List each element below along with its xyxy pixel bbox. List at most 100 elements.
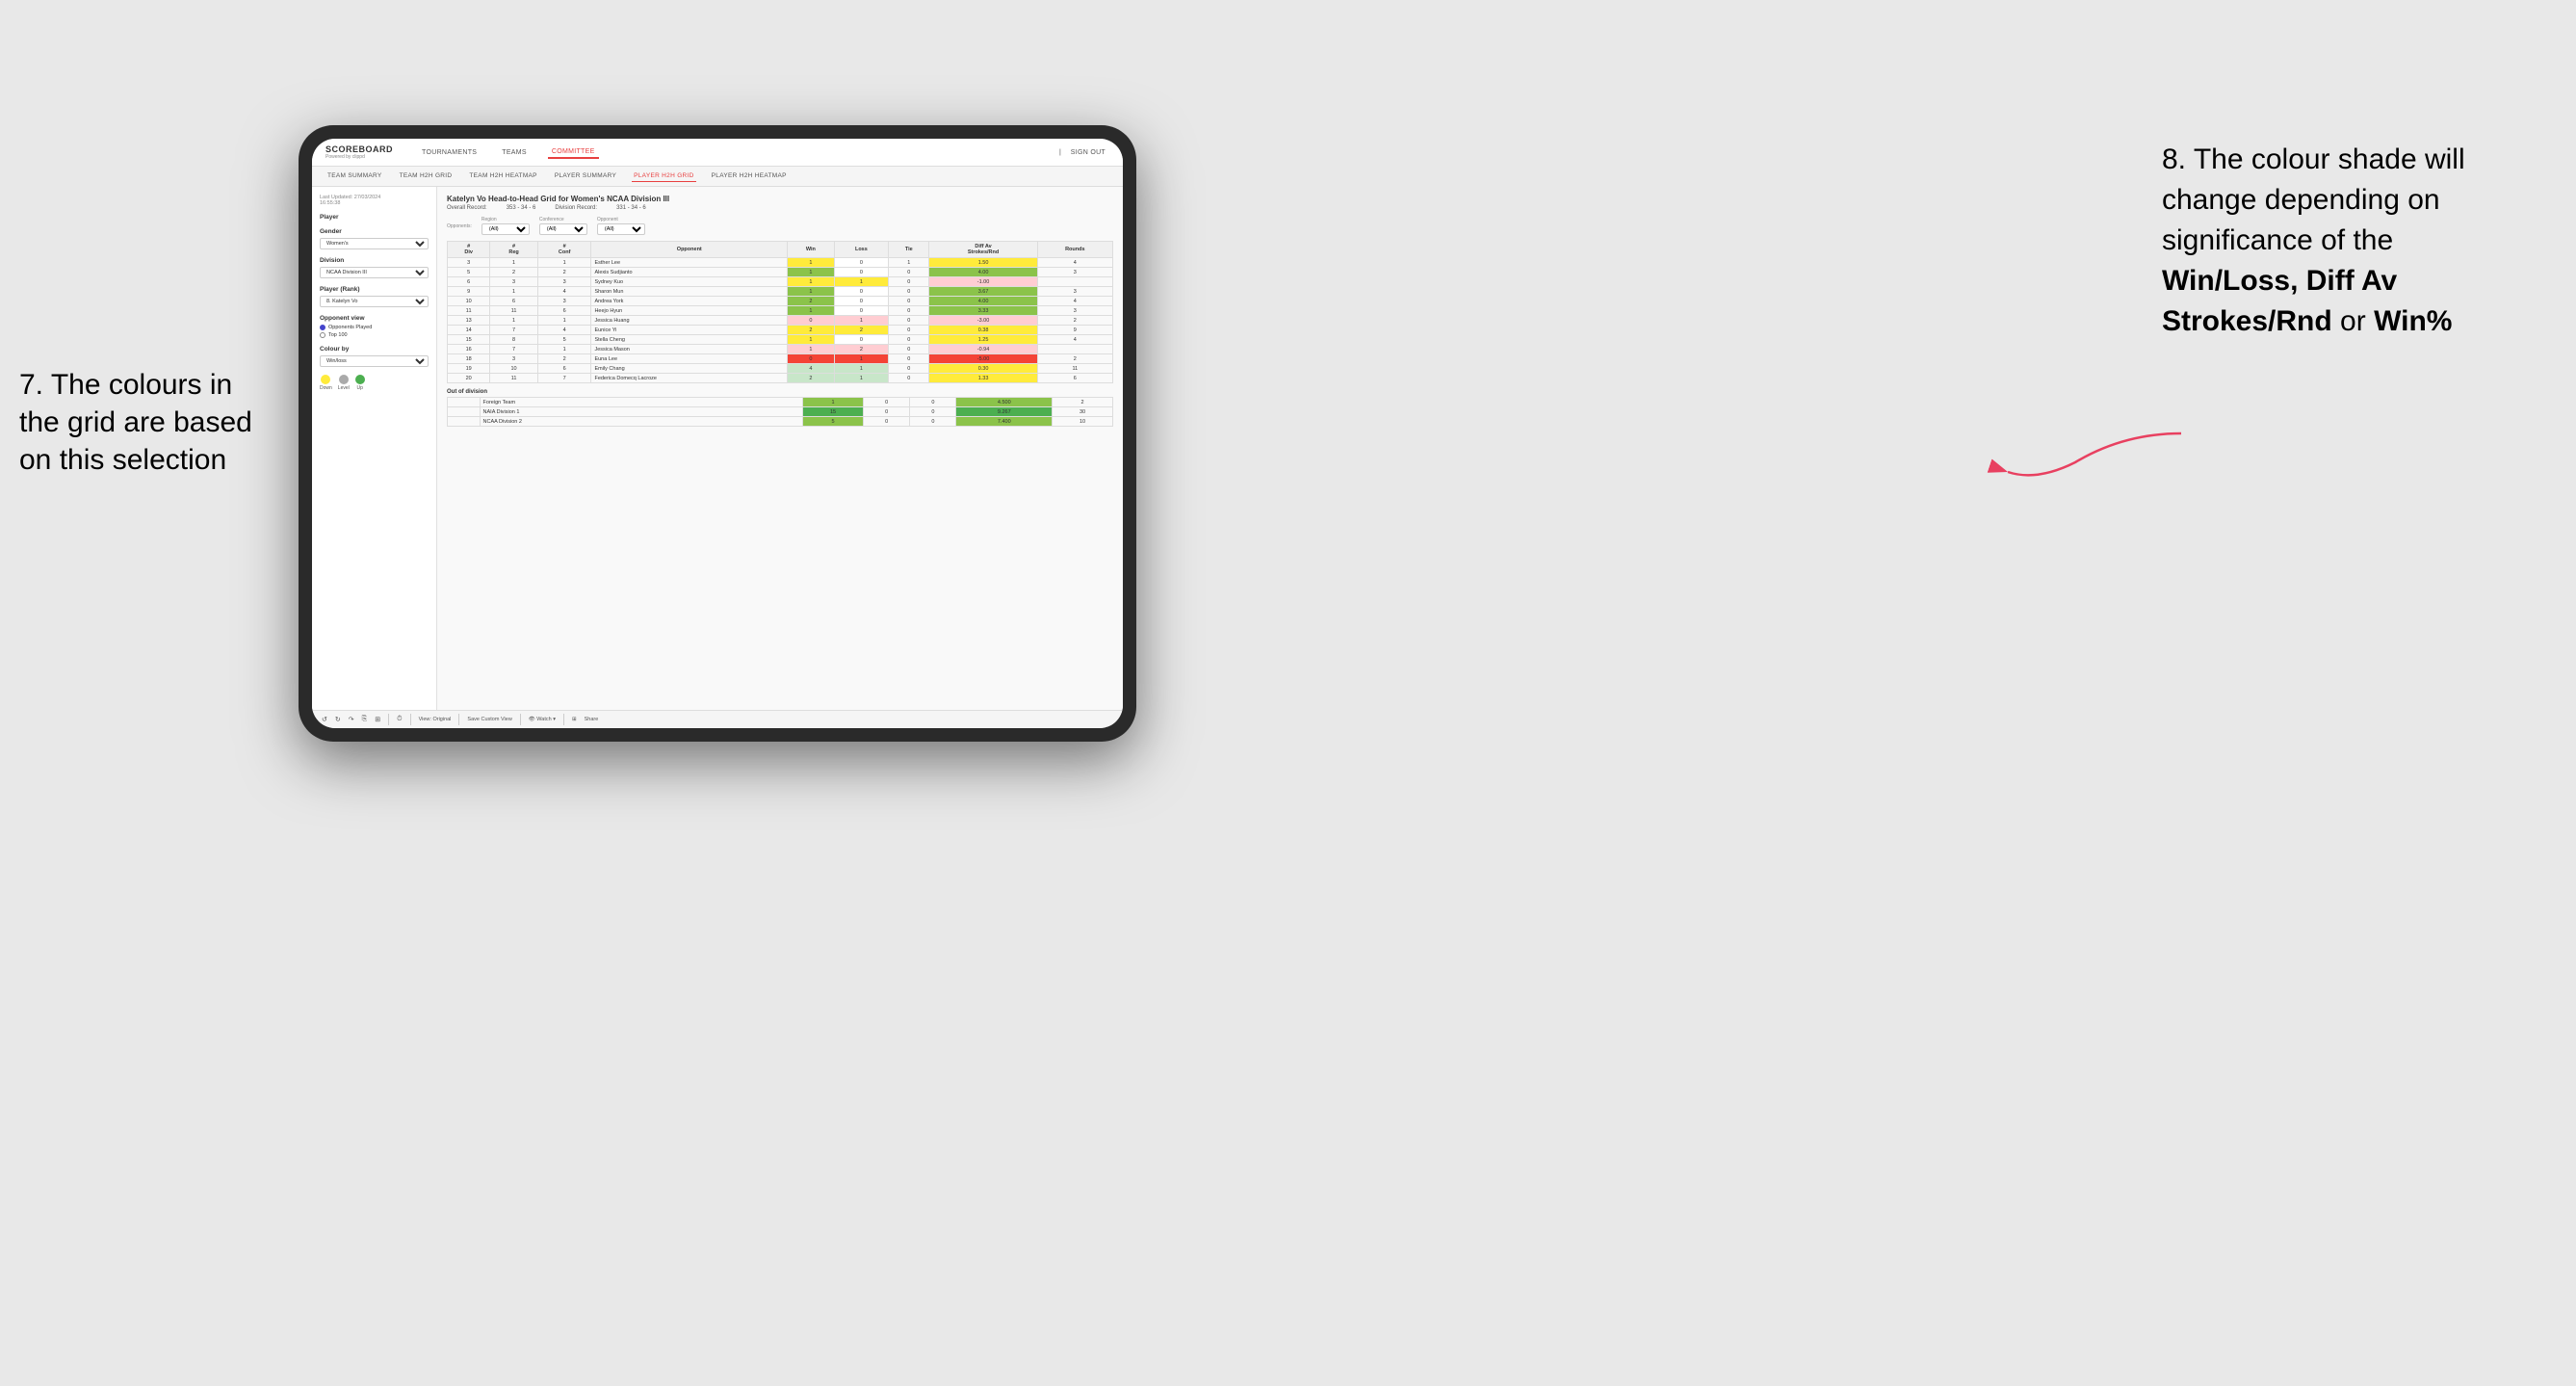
- filter-row: Opponents: Region (All) Conference (All)…: [447, 217, 1113, 235]
- cell-win: 1: [788, 258, 835, 268]
- cell-conf: 1: [537, 316, 591, 326]
- legend-dot-down: [321, 375, 330, 384]
- layout-btn[interactable]: ⊞: [572, 717, 577, 722]
- grid-title: Katelyn Vo Head-to-Head Grid for Women's…: [447, 195, 1113, 203]
- cell-tie: 0: [889, 297, 929, 306]
- table-row: 11 11 6 Heejo Hyun 1 0 0 3.33 3: [448, 306, 1113, 316]
- nav-right: | Sign out: [1059, 147, 1109, 158]
- logo-text: SCOREBOARD: [325, 144, 393, 154]
- view-original-btn[interactable]: View: Original: [419, 717, 452, 722]
- sidebar-colour-by-select[interactable]: Win/loss: [320, 355, 429, 367]
- watch-btn[interactable]: 👁 Watch ▾: [529, 717, 556, 722]
- sidebar-gender-select[interactable]: Women's: [320, 238, 429, 249]
- cell-div: 16: [448, 345, 490, 354]
- toolbar-divider-2: [410, 714, 411, 725]
- ood-table-row: NCAA Division 2 5 0 0 7.400 10: [448, 417, 1113, 427]
- grid-records: Overall Record: 353 - 34 - 6 Division Re…: [447, 205, 1113, 211]
- share-btn[interactable]: Share: [585, 717, 599, 722]
- filter-conference-select[interactable]: (All): [539, 223, 587, 235]
- sidebar-radio-group: Opponents Played Top 100: [320, 325, 429, 338]
- undo-btn[interactable]: ↺: [322, 716, 327, 723]
- col-conf: #Conf: [537, 242, 591, 258]
- filter-opponent-select[interactable]: (All): [597, 223, 645, 235]
- ood-cell-opponent: NAIA Division 1: [480, 407, 803, 417]
- cell-rounds: [1037, 345, 1112, 354]
- overall-record-value: 353 - 34 - 6: [507, 205, 536, 211]
- nav-sign-out[interactable]: Sign out: [1067, 147, 1109, 158]
- division-record-value: 331 - 34 - 6: [616, 205, 646, 211]
- cell-conf: 5: [537, 335, 591, 345]
- sub-nav-player-h2h-grid[interactable]: PLAYER H2H GRID: [632, 170, 696, 182]
- nav-committee[interactable]: COMMITTEE: [548, 146, 599, 159]
- ood-cell-rounds: 10: [1053, 417, 1113, 427]
- cell-reg: 2: [490, 268, 538, 277]
- sidebar: Last Updated: 27/03/2024 16:55:38 Player…: [312, 187, 437, 710]
- cell-diff: 4.00: [929, 268, 1037, 277]
- cell-rounds: 4: [1037, 297, 1112, 306]
- legend-down: Down: [320, 375, 332, 391]
- sub-nav-player-h2h-heatmap[interactable]: PLAYER H2H HEATMAP: [710, 170, 789, 182]
- ood-cell-tie: 0: [910, 407, 956, 417]
- radio-opponents-played[interactable]: Opponents Played: [320, 325, 429, 330]
- cell-loss: 1: [834, 364, 889, 374]
- cell-rounds: 11: [1037, 364, 1112, 374]
- ood-table-row: NAIA Division 1 15 0 0 9.267 30: [448, 407, 1113, 417]
- toolbar-divider-1: [388, 714, 389, 725]
- cell-tie: 0: [889, 364, 929, 374]
- radio-top100[interactable]: Top 100: [320, 332, 429, 338]
- filter-region-select[interactable]: (All): [481, 223, 530, 235]
- cell-loss: 1: [834, 374, 889, 383]
- cell-reg: 10: [490, 364, 538, 374]
- nav-tournaments[interactable]: TOURNAMENTS: [418, 147, 481, 158]
- cell-conf: 3: [537, 277, 591, 287]
- legend-level: Level: [338, 375, 350, 391]
- data-table: #Div #Reg #Conf Opponent Win Loss Tie Di…: [447, 241, 1113, 383]
- cell-reg: 11: [490, 306, 538, 316]
- ood-cell-diff: 4.500: [956, 398, 1053, 407]
- table-header-row: #Div #Reg #Conf Opponent Win Loss Tie Di…: [448, 242, 1113, 258]
- sub-nav-player-summary[interactable]: PLAYER SUMMARY: [553, 170, 618, 182]
- cell-div: 10: [448, 297, 490, 306]
- cell-div: 15: [448, 335, 490, 345]
- sidebar-division-select[interactable]: NCAA Division III: [320, 267, 429, 278]
- logo-sub: Powered by clippd: [325, 154, 393, 160]
- cell-loss: 0: [834, 297, 889, 306]
- grid-area: Katelyn Vo Head-to-Head Grid for Women's…: [437, 187, 1123, 710]
- save-custom-btn[interactable]: Save Custom View: [467, 717, 511, 722]
- cell-loss: 1: [834, 316, 889, 326]
- sidebar-colour-by-label: Colour by: [320, 346, 429, 353]
- toolbar-divider-3: [458, 714, 459, 725]
- cell-win: 4: [788, 364, 835, 374]
- sidebar-player-rank-select[interactable]: 8. Katelyn Vo: [320, 296, 429, 307]
- cell-loss: 1: [834, 277, 889, 287]
- ood-cell-loss: 0: [864, 398, 910, 407]
- clock-btn[interactable]: ⏱: [397, 716, 402, 723]
- cell-loss: 0: [834, 268, 889, 277]
- cell-diff: 4.00: [929, 297, 1037, 306]
- sub-nav-team-h2h-heatmap[interactable]: TEAM H2H HEATMAP: [467, 170, 538, 182]
- sub-nav-team-summary[interactable]: TEAM SUMMARY: [325, 170, 384, 182]
- cell-conf: 1: [537, 345, 591, 354]
- ood-cell-win: 15: [803, 407, 864, 417]
- cell-conf: 2: [537, 268, 591, 277]
- col-tie: Tie: [889, 242, 929, 258]
- redo2-btn[interactable]: ↷: [349, 716, 354, 723]
- cell-conf: 1: [537, 258, 591, 268]
- cell-opponent: Eunice Yi: [591, 326, 788, 335]
- cell-opponent: Euna Lee: [591, 354, 788, 364]
- cell-reg: 1: [490, 287, 538, 297]
- sub-nav-team-h2h-grid[interactable]: TEAM H2H GRID: [398, 170, 455, 182]
- table-row: 3 1 1 Esther Lee 1 0 1 1.50 4: [448, 258, 1113, 268]
- cell-win: 1: [788, 277, 835, 287]
- main-content: Last Updated: 27/03/2024 16:55:38 Player…: [312, 187, 1123, 710]
- ood-cell-spacer: [448, 417, 481, 427]
- cell-conf: 6: [537, 306, 591, 316]
- copy-btn[interactable]: ⎘: [362, 716, 368, 723]
- nav-teams[interactable]: TEAMS: [498, 147, 531, 158]
- format-btn[interactable]: ⊞: [375, 716, 380, 723]
- cell-opponent: Alexis Sudjianto: [591, 268, 788, 277]
- redo-btn[interactable]: ↻: [335, 716, 341, 723]
- legend-up: Up: [355, 375, 365, 391]
- cell-loss: 2: [834, 345, 889, 354]
- cell-opponent: Sydney Kuo: [591, 277, 788, 287]
